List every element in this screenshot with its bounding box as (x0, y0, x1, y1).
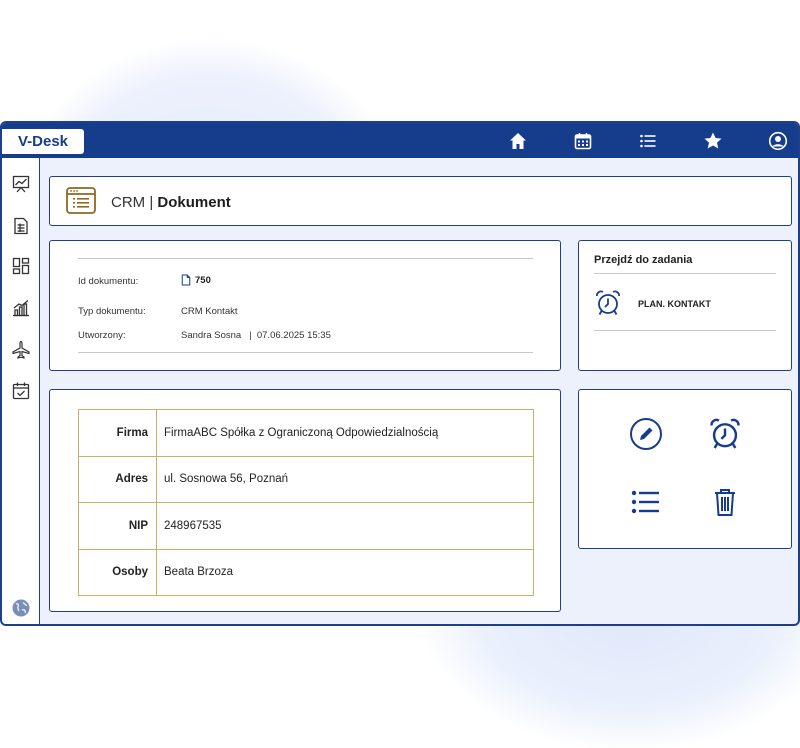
document-id-label: Id dokumentu: (78, 276, 139, 287)
created-separator: | (249, 330, 252, 341)
company-details-card: Firma FirmaABC Spółka z Ograniczoną Odpo… (49, 389, 561, 612)
created-value: Sandra Sosna | 07.06.2025 15:35 (181, 330, 331, 341)
calendar-icon[interactable] (573, 131, 593, 151)
alarm-clock-icon[interactable] (707, 416, 743, 452)
actions-card (578, 389, 792, 549)
plane-icon[interactable] (11, 340, 31, 360)
row-key: NIP (78, 502, 157, 550)
document-id: 750 (181, 274, 211, 286)
star-icon[interactable] (703, 131, 723, 151)
task-title: Przejdź do zadania (594, 254, 693, 266)
row-key: Osoby (78, 548, 157, 596)
document-type-label: Typ dokumentu: (78, 306, 146, 317)
created-by: Sandra Sosna (181, 330, 242, 341)
home-icon[interactable] (508, 131, 528, 151)
details-table: Firma FirmaABC Spółka z Ograniczoną Odpo… (78, 409, 534, 596)
divider (594, 330, 776, 331)
task-link[interactable]: PLAN. KONTAKT (638, 299, 711, 309)
row-value: Beata Brzoza (156, 548, 534, 596)
created-label: Utworzony: (78, 330, 126, 341)
bar-chart-icon[interactable] (11, 298, 31, 318)
table-row: Osoby Beata Brzoza (78, 548, 534, 596)
sidebar (2, 158, 40, 624)
alarm-clock-icon[interactable] (594, 289, 622, 317)
table-row: NIP 248967535 (78, 502, 534, 550)
dashboard-icon[interactable] (11, 256, 31, 276)
document-type-value: CRM Kontakt (181, 306, 238, 317)
divider (594, 273, 776, 274)
row-value: FirmaABC Spółka z Ograniczoną Odpowiedzi… (156, 409, 534, 457)
table-row: Adres ul. Sosnowa 56, Poznań (78, 455, 534, 503)
top-navigation-bar: V-Desk (2, 123, 798, 158)
calendar-check-icon[interactable] (11, 381, 31, 401)
document-id-value: 750 (195, 274, 211, 286)
row-value: ul. Sosnowa 56, Poznań (156, 455, 534, 503)
globe-icon[interactable] (11, 598, 31, 618)
go-to-task-card: Przejdź do zadania PLAN. KONTAKT (578, 240, 792, 371)
divider (78, 352, 533, 353)
module-name: CRM | (111, 194, 154, 211)
table-row: Firma FirmaABC Spółka z Ograniczoną Odpo… (78, 409, 534, 457)
file-icon (181, 274, 191, 286)
page-header: CRM | Dokument (49, 176, 792, 226)
document-icon[interactable] (11, 216, 31, 236)
page-title-text: Dokument (157, 194, 231, 211)
row-key: Firma (78, 409, 157, 457)
row-value: 248967535 (156, 502, 534, 550)
list-icon[interactable] (628, 484, 664, 520)
divider (78, 258, 533, 259)
list-icon[interactable] (638, 131, 658, 151)
app-window: V-Desk CRM | Dokument Id dokumentu: 750 … (0, 121, 800, 626)
app-logo[interactable]: V-Desk (2, 129, 84, 154)
created-at: 07.06.2025 15:35 (256, 330, 331, 341)
document-info-card: Id dokumentu: 750 Typ dokumentu: CRM Kon… (49, 240, 561, 371)
page-title: CRM | Dokument (111, 194, 231, 211)
trash-icon[interactable] (707, 484, 743, 520)
row-key: Adres (78, 455, 157, 503)
user-icon[interactable] (768, 131, 788, 151)
document-window-icon (66, 187, 96, 214)
chart-board-icon[interactable] (11, 174, 31, 194)
edit-icon[interactable] (628, 416, 664, 452)
